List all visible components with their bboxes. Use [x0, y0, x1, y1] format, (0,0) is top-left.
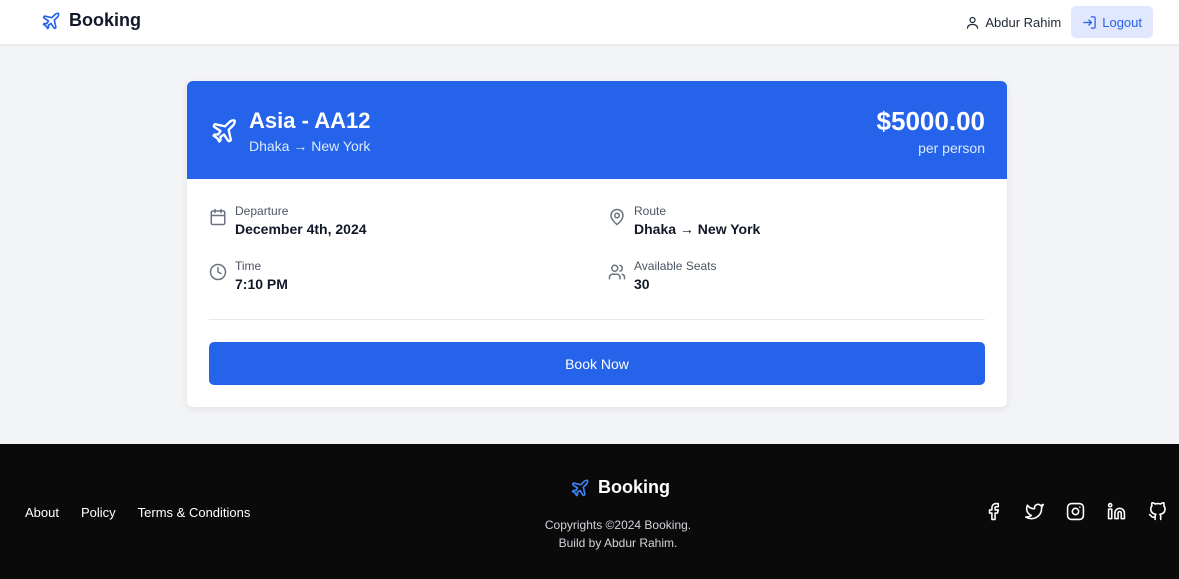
user-area: Abdur Rahim Logout: [965, 6, 1153, 38]
departure-info: Departure December 4th, 2024: [209, 204, 367, 237]
top-navbar: Booking Abdur Rahim Logout: [0, 0, 1179, 44]
github-icon[interactable]: [1148, 502, 1167, 521]
departure-label: Departure: [235, 204, 289, 218]
logout-icon: [1083, 15, 1096, 29]
seats-info: Available Seats 30: [608, 259, 717, 292]
twitter-icon[interactable]: [1025, 502, 1044, 521]
departure-value: December 4th, 2024: [235, 221, 367, 237]
seats-value: 30: [634, 276, 650, 292]
footer-brand[interactable]: Booking: [570, 477, 670, 498]
facebook-icon[interactable]: [984, 502, 1003, 521]
plane-icon: [42, 12, 60, 29]
time-value: 7:10 PM: [235, 276, 288, 292]
instagram-icon[interactable]: [1066, 502, 1085, 521]
linkedin-icon[interactable]: [1107, 502, 1126, 521]
clock-icon: [209, 263, 227, 281]
route-info: Route Dhaka → New York: [608, 204, 760, 237]
route-label: Route: [634, 204, 667, 218]
social-links: [984, 502, 1167, 521]
footer-copyright: Copyrights ©2024 Booking. Build by Abdur…: [0, 516, 1179, 552]
footer: About Policy Terms & Conditions Booking …: [0, 444, 1179, 579]
book-now-button[interactable]: Book Now: [209, 342, 985, 385]
flight-price: $5000.00: [876, 106, 985, 136]
plane-icon: [571, 479, 589, 496]
card-divider: [209, 319, 985, 320]
flight-card: Asia - AA12 Dhaka → New York $5000.00 pe…: [187, 81, 1007, 407]
calendar-icon: [210, 208, 226, 226]
logout-label: Logout: [1102, 14, 1142, 30]
footer-brand-name: Booking: [598, 477, 670, 497]
logout-button[interactable]: Logout: [1071, 6, 1153, 38]
time-info: Time 7:10 PM: [209, 259, 288, 292]
flight-card-header: Asia - AA12 Dhaka → New York $5000.00 pe…: [187, 81, 1007, 179]
user-name: Abdur Rahim: [985, 14, 1062, 30]
time-label: Time: [235, 259, 262, 273]
route-value: Dhaka → New York: [634, 221, 761, 237]
brand-name: Booking: [69, 10, 141, 30]
map-pin-icon: [610, 208, 624, 226]
price-unit: per person: [918, 140, 985, 156]
user-icon: [967, 16, 979, 29]
users-icon: [608, 264, 626, 280]
credit-text: Build by Abdur Rahim.: [558, 536, 678, 550]
user-profile[interactable]: Abdur Rahim: [965, 15, 1061, 30]
flight-title: Asia - AA12: [249, 108, 371, 133]
brand-logo[interactable]: Booking: [41, 10, 141, 31]
flight-route-subtitle: Dhaka → New York: [249, 138, 371, 154]
plane-icon: [212, 119, 236, 143]
seats-label: Available Seats: [634, 259, 717, 273]
